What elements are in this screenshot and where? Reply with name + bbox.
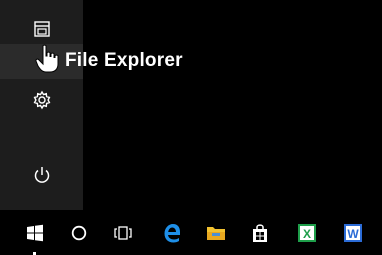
windows-logo-icon — [26, 224, 44, 242]
folder-icon — [206, 224, 226, 242]
edge-icon — [162, 223, 182, 243]
store-button[interactable] — [240, 210, 280, 255]
task-view-button[interactable] — [103, 210, 143, 255]
excel-button[interactable]: X — [287, 210, 327, 255]
file-explorer-icon — [33, 20, 51, 38]
search-button[interactable] — [59, 210, 99, 255]
rail-power-button[interactable] — [27, 160, 57, 190]
cortana-circle-icon — [71, 225, 87, 241]
desktop-screen: File Explorer X W — [0, 0, 382, 255]
file-explorer-label: File Explorer — [65, 50, 183, 71]
excel-icon: X — [297, 223, 317, 243]
svg-text:X: X — [303, 227, 311, 241]
word-button[interactable]: W — [333, 210, 373, 255]
svg-text:W: W — [347, 227, 359, 241]
power-icon — [32, 165, 52, 185]
taskbar: X W — [0, 210, 382, 255]
start-button[interactable] — [15, 210, 55, 255]
rail-file-explorer-button[interactable] — [27, 14, 57, 44]
hand-cursor-icon — [35, 44, 61, 74]
gear-icon — [32, 90, 52, 110]
word-icon: W — [343, 223, 363, 243]
edge-button[interactable] — [152, 210, 192, 255]
taskbar-file-explorer-button[interactable] — [196, 210, 236, 255]
rail-settings-button[interactable] — [27, 85, 57, 115]
store-bag-icon — [251, 223, 269, 243]
task-view-icon — [113, 225, 133, 241]
